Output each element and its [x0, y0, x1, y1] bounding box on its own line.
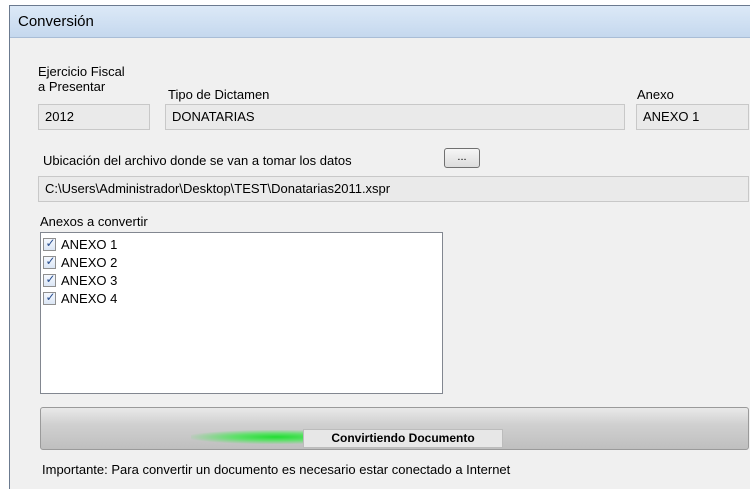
anexo-field[interactable]: ANEXO 1 [636, 104, 749, 130]
internet-note: Importante: Para convertir un documento … [42, 462, 511, 477]
checkbox-anexo-4[interactable]: ✓ [43, 289, 56, 305]
checkbox-label: ANEXO 4 [61, 290, 118, 306]
progress-bar: Convirtiendo Documento [40, 407, 749, 450]
progress-status-text: Convirtiendo Documento [303, 429, 503, 448]
window-title: Conversión [18, 13, 94, 30]
checkbox-label: ANEXO 3 [61, 272, 118, 288]
checkbox-anexo-1[interactable]: ✓ [43, 235, 56, 251]
ejercicio-label: Ejercicio Fiscal a Presentar [38, 64, 125, 94]
tipo-dictamen-label: Tipo de Dictamen [168, 87, 270, 102]
anexo-label: Anexo [637, 87, 674, 102]
checkmark-icon: ✓ [45, 253, 56, 268]
client-area: Ejercicio Fiscal a Presentar Tipo de Dic… [10, 38, 750, 489]
conversion-window: Conversión Ejercicio Fiscal a Presentar … [9, 5, 750, 489]
list-item[interactable]: ✓ ANEXO 4 [43, 289, 442, 307]
ubicacion-label: Ubicación del archivo donde se van a tom… [43, 153, 352, 168]
anexos-checklist[interactable]: ✓ ANEXO 1 ✓ ANEXO 2 ✓ ANEXO 3 ✓ ANEXO 4 [40, 232, 443, 394]
list-item[interactable]: ✓ ANEXO 3 [43, 271, 442, 289]
checkmark-icon: ✓ [45, 289, 56, 304]
checkmark-icon: ✓ [45, 271, 56, 286]
list-item[interactable]: ✓ ANEXO 1 [43, 235, 442, 253]
checkbox-anexo-3[interactable]: ✓ [43, 271, 56, 287]
browse-button[interactable]: ... [444, 148, 480, 168]
checkbox-label: ANEXO 1 [61, 236, 118, 252]
tipo-dictamen-field[interactable]: DONATARIAS [165, 104, 625, 130]
ejercicio-field[interactable]: 2012 [38, 104, 150, 130]
checkmark-icon: ✓ [45, 235, 56, 250]
checkbox-label: ANEXO 2 [61, 254, 118, 270]
list-item[interactable]: ✓ ANEXO 2 [43, 253, 442, 271]
anexos-group-label: Anexos a convertir [40, 214, 148, 229]
file-path-field[interactable]: C:\Users\Administrador\Desktop\TEST\Dona… [38, 176, 749, 202]
title-bar[interactable]: Conversión [10, 6, 750, 38]
checkbox-anexo-2[interactable]: ✓ [43, 253, 56, 269]
